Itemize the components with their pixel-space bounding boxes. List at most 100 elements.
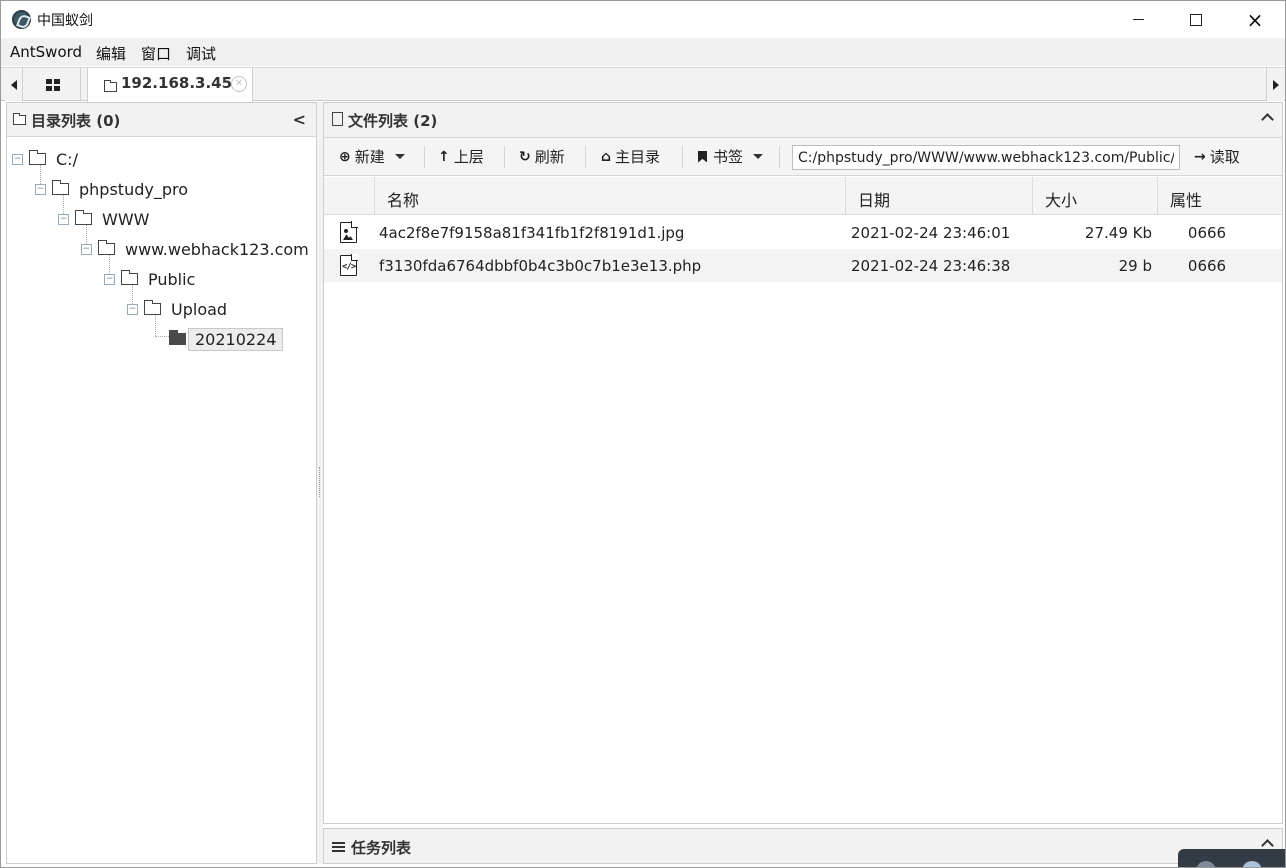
new-button[interactable]: ⊕ 新建 bbox=[339, 138, 405, 175]
tree-node-label: phpstudy_pro bbox=[79, 179, 188, 199]
file-panel-title: 文件列表 (2) bbox=[348, 112, 438, 130]
menu-antsword[interactable]: AntSword bbox=[10, 43, 82, 61]
file-date: 2021-02-24 23:46:01 bbox=[851, 223, 1011, 242]
column-date-header[interactable]: 日期 bbox=[845, 177, 1033, 215]
refresh-icon: ↻ bbox=[519, 148, 531, 165]
read-button[interactable]: → 读取 bbox=[1194, 138, 1240, 175]
directory-panel-title: 目录列表 (0) bbox=[31, 112, 121, 130]
arrow-right-icon bbox=[1272, 79, 1279, 90]
folder-icon bbox=[98, 240, 115, 255]
column-name-header[interactable]: 名称 bbox=[374, 177, 846, 215]
new-button-label: 新建 bbox=[354, 148, 385, 166]
refresh-button[interactable]: ↻ 刷新 bbox=[519, 138, 565, 175]
close-button[interactable]: × bbox=[1226, 1, 1284, 38]
home-dir-label: 主目录 bbox=[615, 148, 661, 166]
file-size: 27.49 Kb bbox=[1084, 223, 1152, 242]
tree-node-label: Upload bbox=[171, 299, 228, 319]
tab-close-icon[interactable]: ✕ bbox=[231, 76, 247, 92]
tree-node-public[interactable]: − Public bbox=[104, 266, 195, 292]
file-size: 29 b bbox=[1118, 256, 1152, 275]
folder-icon bbox=[121, 270, 138, 285]
file-row[interactable]: 4ac2f8e7f9158a81f341fb1f2f8191d1.jpg 202… bbox=[324, 216, 1282, 249]
file-panel: 文件列表 (2) ⊕ 新建 ↑ 上层 ↻ 刷新 ⌂ 主目录 书签 C:/phps… bbox=[323, 102, 1283, 824]
tree-collapse-icon[interactable]: − bbox=[12, 153, 23, 165]
grid-icon bbox=[45, 78, 60, 91]
home-icon: ⌂ bbox=[601, 148, 612, 165]
tab-home-grid[interactable] bbox=[25, 68, 81, 101]
tree-node-www[interactable]: − WWW bbox=[58, 206, 149, 232]
path-input[interactable] bbox=[792, 145, 1180, 170]
minimize-button[interactable] bbox=[1109, 1, 1167, 38]
tree-collapse-icon[interactable]: − bbox=[58, 213, 69, 225]
tree-collapse-icon[interactable]: − bbox=[35, 183, 46, 195]
tab-host[interactable]: 192.168.3.45 ✕ bbox=[87, 68, 253, 102]
file-attr: 0666 bbox=[1187, 256, 1227, 275]
arrow-up-icon: ↑ bbox=[438, 148, 450, 165]
file-toolbar: ⊕ 新建 ↑ 上层 ↻ 刷新 ⌂ 主目录 书签 C:/phpstudy_pro/… bbox=[324, 138, 1282, 176]
maximize-icon bbox=[1190, 13, 1202, 26]
plus-circle-icon: ⊕ bbox=[339, 148, 351, 165]
app-window: 中国蚁剑 × AntSword 编辑 窗口 调试 192.168.3.45 ✕ … bbox=[0, 0, 1286, 868]
caret-down-icon bbox=[753, 154, 764, 159]
task-panel: 任务列表 bbox=[323, 828, 1283, 864]
antsword-logo-icon bbox=[12, 10, 31, 29]
chevron-up-icon[interactable] bbox=[1262, 838, 1272, 848]
folder-icon bbox=[29, 150, 46, 165]
tab-scroll-right-button[interactable] bbox=[1266, 68, 1284, 101]
menu-debug[interactable]: 调试 bbox=[186, 43, 216, 64]
tree-node-20210224[interactable]: 20210224 bbox=[169, 326, 284, 352]
tree-node-label: 20210224 bbox=[188, 327, 284, 351]
menu-bar: AntSword 编辑 窗口 调试 bbox=[1, 38, 1285, 66]
home-dir-button[interactable]: ⌂ 主目录 bbox=[601, 138, 660, 175]
file-icon bbox=[332, 112, 343, 126]
image-file-icon bbox=[340, 216, 358, 249]
title-bar: 中国蚁剑 × bbox=[1, 1, 1285, 38]
bookmark-label: 书签 bbox=[713, 148, 744, 166]
folder-icon bbox=[144, 300, 161, 315]
file-panel-header: 文件列表 (2) bbox=[324, 103, 1282, 138]
tree-node-label: www.webhack123.com bbox=[125, 239, 309, 259]
tree-collapse-icon[interactable]: − bbox=[127, 303, 138, 315]
tree-node-phpstudy[interactable]: − phpstudy_pro bbox=[35, 176, 188, 202]
chevron-up-icon[interactable] bbox=[1262, 112, 1272, 122]
collapse-left-icon[interactable]: < bbox=[293, 110, 306, 129]
tab-scroll-left-button[interactable] bbox=[5, 68, 23, 101]
splitter-grip bbox=[319, 467, 320, 497]
tree-node-label: WWW bbox=[102, 209, 150, 229]
read-label: 读取 bbox=[1209, 148, 1240, 166]
folder-icon bbox=[13, 113, 26, 125]
tab-strip: 192.168.3.45 ✕ bbox=[1, 67, 1285, 102]
menu-window[interactable]: 窗口 bbox=[141, 43, 171, 64]
tree-node-label: C:/ bbox=[56, 149, 78, 169]
tree-collapse-icon[interactable]: − bbox=[104, 273, 115, 285]
tree-node-c[interactable]: − C:/ bbox=[12, 146, 78, 172]
folder-icon bbox=[75, 210, 92, 225]
arrow-right-icon: → bbox=[1194, 148, 1206, 165]
file-attr: 0666 bbox=[1187, 223, 1227, 242]
refresh-label: 刷新 bbox=[534, 148, 565, 166]
tab-host-label: 192.168.3.45 bbox=[121, 74, 233, 92]
window-title: 中国蚁剑 bbox=[37, 13, 93, 29]
tree-collapse-icon[interactable]: − bbox=[81, 243, 92, 255]
file-date: 2021-02-24 23:46:38 bbox=[851, 256, 1011, 275]
minimize-icon bbox=[1132, 19, 1144, 20]
column-size-header[interactable]: 大小 bbox=[1032, 177, 1158, 215]
directory-tree: − C:/ − phpstudy_pro − WWW − www.webhack… bbox=[7, 138, 316, 858]
bookmark-button[interactable]: 书签 bbox=[698, 138, 764, 175]
column-attr-header[interactable]: 属性 bbox=[1157, 177, 1283, 215]
tree-node-label: Public bbox=[148, 269, 196, 289]
tree-node-upload[interactable]: − Upload bbox=[127, 296, 227, 322]
corner-overlay bbox=[1178, 849, 1285, 867]
directory-panel-header: 目录列表 (0) < bbox=[7, 103, 316, 137]
menu-edit[interactable]: 编辑 bbox=[96, 43, 126, 64]
maximize-button[interactable] bbox=[1167, 1, 1225, 38]
up-level-button[interactable]: ↑ 上层 bbox=[438, 138, 484, 175]
folder-icon bbox=[52, 180, 69, 195]
file-name: f3130fda6764dbbf0b4c3b0c7b1e3e13.php bbox=[379, 256, 702, 275]
tree-node-site[interactable]: − www.webhack123.com bbox=[81, 236, 309, 262]
file-row[interactable]: </> f3130fda6764dbbf0b4c3b0c7b1e3e13.php… bbox=[324, 249, 1282, 282]
list-icon bbox=[332, 842, 345, 852]
close-icon: × bbox=[1246, 7, 1264, 32]
caret-down-icon bbox=[394, 154, 405, 159]
folder-icon bbox=[104, 80, 117, 92]
